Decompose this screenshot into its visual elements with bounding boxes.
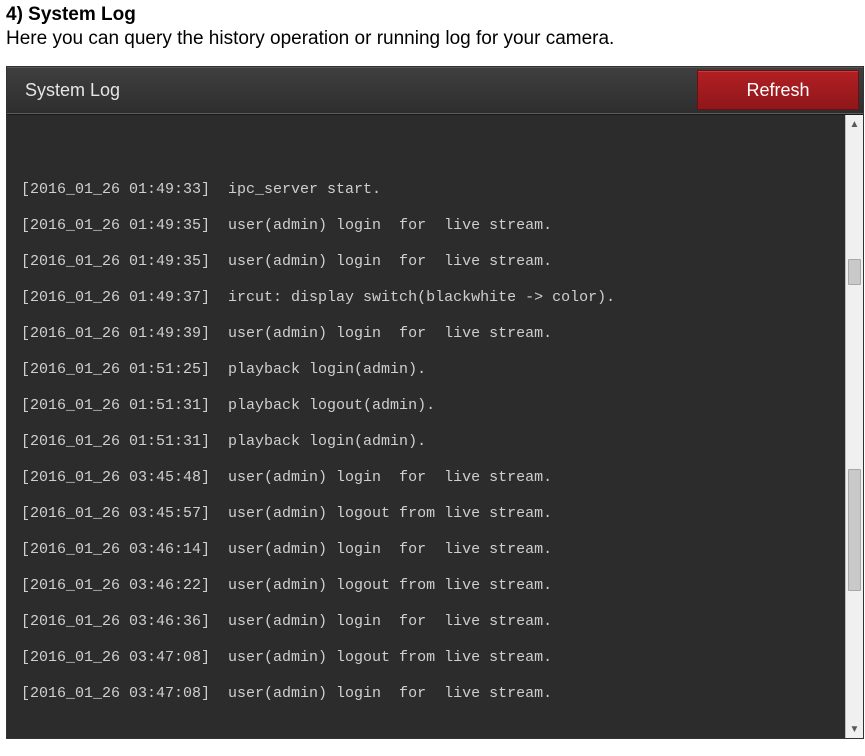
panel-titlebar: System Log Refresh <box>7 67 863 114</box>
log-text-area[interactable]: [2016_01_26 01:49:33] ipc_server start. … <box>7 115 845 738</box>
scrollbar-thumb[interactable] <box>848 469 861 591</box>
scrollbar-track[interactable] <box>846 133 863 720</box>
log-line: [2016_01_26 01:51:25] playback login(adm… <box>21 361 845 379</box>
system-log-panel: System Log Refresh [2016_01_26 01:49:33]… <box>6 66 864 739</box>
log-line: [2016_01_26 01:51:31] playback logout(ad… <box>21 397 845 415</box>
log-line: [2016_01_26 03:47:08] user(admin) logout… <box>21 649 845 667</box>
log-line: [2016_01_26 03:47:08] user(admin) login … <box>21 685 845 703</box>
panel-title: System Log <box>25 80 120 101</box>
log-line: [2016_01_26 01:49:35] user(admin) login … <box>21 217 845 235</box>
log-line: [2016_01_26 03:46:36] user(admin) login … <box>21 613 845 631</box>
scrollbar-thumb[interactable] <box>848 259 861 285</box>
section-heading: 4) System Log <box>6 4 859 26</box>
log-line: [2016_01_26 01:49:37] ircut: display swi… <box>21 289 845 307</box>
log-line: [2016_01_26 03:45:57] user(admin) logout… <box>21 505 845 523</box>
log-line: [2016_01_26 03:45:48] user(admin) login … <box>21 469 845 487</box>
vertical-scrollbar[interactable]: ▲ ▼ <box>845 115 863 738</box>
log-line: [2016_01_26 03:46:22] user(admin) logout… <box>21 577 845 595</box>
scroll-down-arrow-icon[interactable]: ▼ <box>846 720 863 738</box>
log-container: [2016_01_26 01:49:33] ipc_server start. … <box>7 114 863 738</box>
log-line: [2016_01_26 01:49:35] user(admin) login … <box>21 253 845 271</box>
scroll-up-arrow-icon[interactable]: ▲ <box>846 115 863 133</box>
refresh-button[interactable]: Refresh <box>697 70 859 110</box>
section-description: Here you can query the history operation… <box>6 28 859 50</box>
log-line: [2016_01_26 01:51:31] playback login(adm… <box>21 433 845 451</box>
log-line: [2016_01_26 03:46:14] user(admin) login … <box>21 541 845 559</box>
log-line: [2016_01_26 01:49:39] user(admin) login … <box>21 325 845 343</box>
log-line: [2016_01_26 01:49:33] ipc_server start. <box>21 181 845 199</box>
